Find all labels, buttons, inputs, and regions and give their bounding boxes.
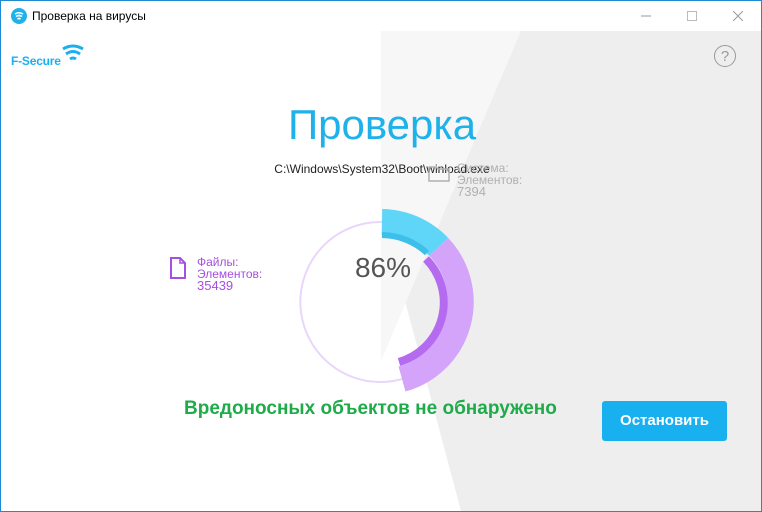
- progress-percent: 86%: [354, 252, 412, 283]
- stop-button[interactable]: Остановить: [602, 401, 727, 441]
- files-count: 35439: [197, 278, 234, 293]
- file-icon: [170, 257, 186, 279]
- ring-track: [299, 220, 403, 383]
- folder-icon: [428, 166, 450, 182]
- scan-window: Проверка на вирусы F-Secure ? Проверка C…: [0, 0, 762, 512]
- system-count: 7394: [457, 184, 486, 199]
- status-message: Вредоносных объектов не обнаружено: [184, 398, 557, 419]
